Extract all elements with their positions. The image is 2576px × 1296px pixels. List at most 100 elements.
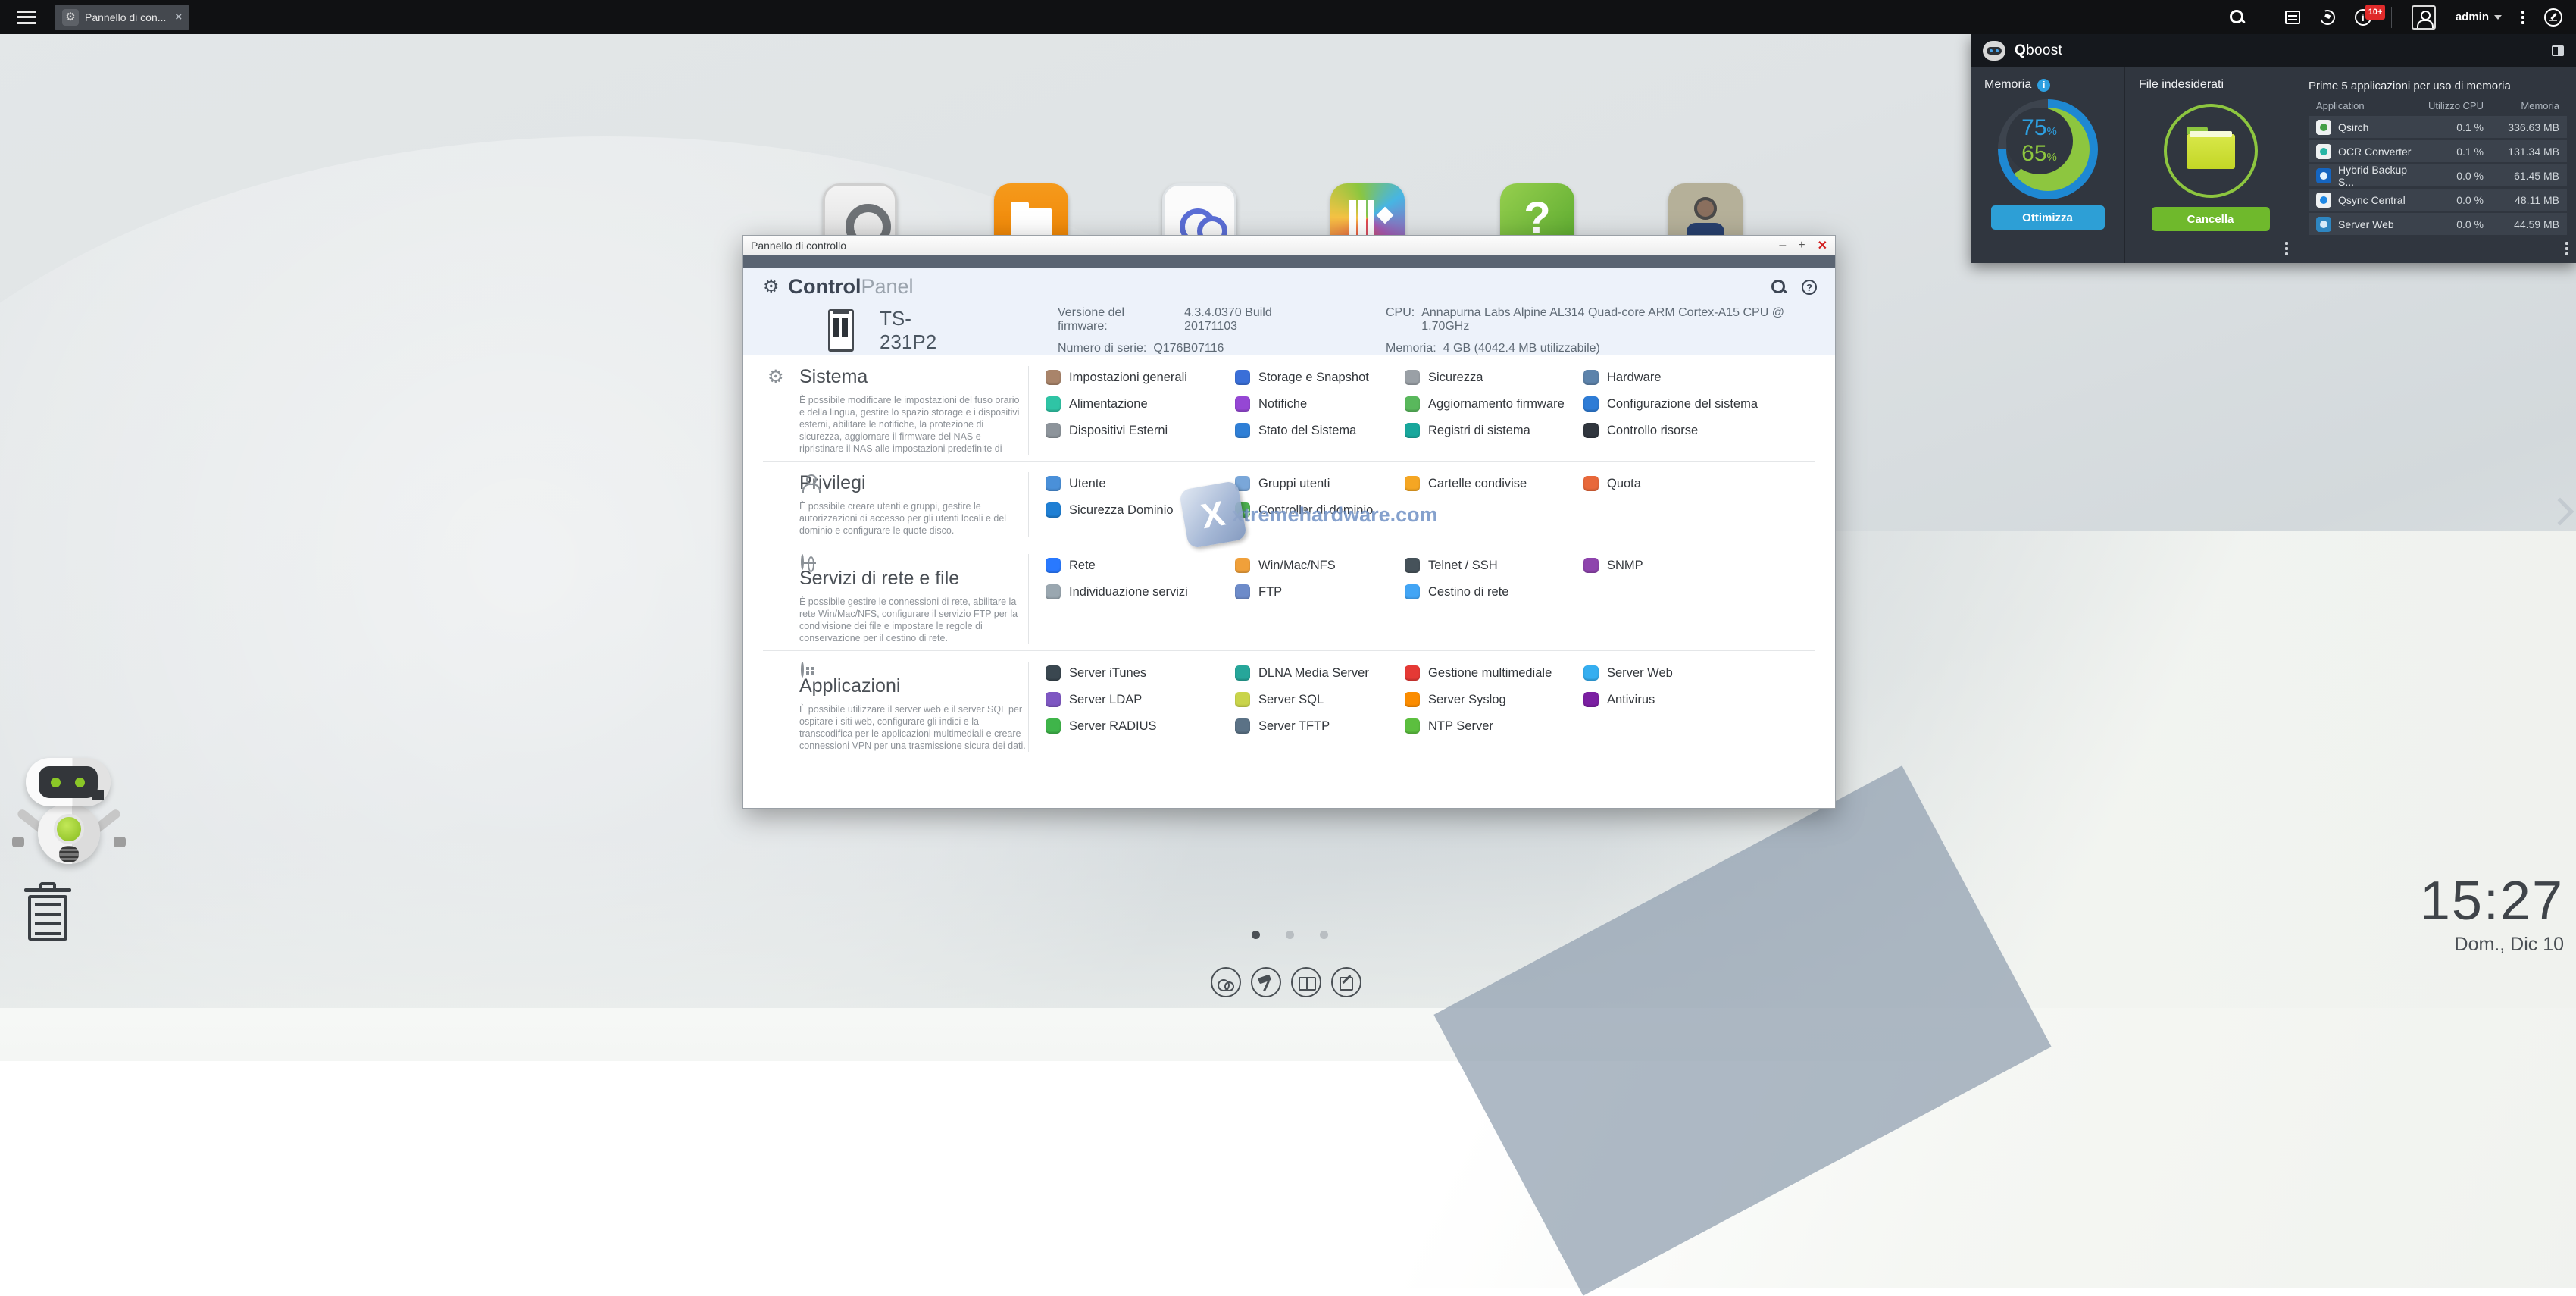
next-page-arrow[interactable]: [2546, 498, 2574, 526]
menu-item-utente[interactable]: Utente: [1046, 475, 1235, 492]
section-description: È possibile modificare le impostazioni d…: [799, 394, 1027, 455]
menu-item-server-tftp[interactable]: Server TFTP: [1235, 718, 1405, 734]
menu-item-registri-sistema[interactable]: Registri di sistema: [1405, 422, 1583, 439]
menu-item-telnet-ssh[interactable]: Telnet / SSH: [1405, 557, 1583, 574]
user-groups-icon: [1235, 476, 1250, 491]
user-menu[interactable]: admin: [2456, 11, 2502, 23]
menu-item-server-ldap[interactable]: Server LDAP: [1046, 691, 1235, 708]
window-search-icon[interactable]: [1771, 280, 1787, 295]
section-servizi-rete: Servizi di rete e file È possibile gesti…: [763, 543, 1815, 650]
power-icon: [1046, 396, 1061, 412]
user-avatar[interactable]: [2412, 5, 2436, 30]
table-row[interactable]: Qsync Central 0.0 % 48.11 MB: [2309, 189, 2567, 211]
hardware-icon: [1583, 370, 1599, 385]
background-tasks-icon[interactable]: [2285, 11, 2300, 24]
window-help-icon[interactable]: ?: [1802, 280, 1817, 295]
menu-item-ntp-server[interactable]: NTP Server: [1405, 718, 1583, 734]
menu-item-snmp[interactable]: SNMP: [1583, 557, 1812, 574]
menu-item-gestione-multimediale[interactable]: Gestione multimediale: [1405, 665, 1583, 681]
clean-button[interactable]: Cancella: [2152, 207, 2270, 231]
menu-item-hardware[interactable]: Hardware: [1583, 369, 1812, 386]
menu-item-cestino-rete[interactable]: Cestino di rete: [1405, 584, 1583, 600]
nas-device-icon: [828, 309, 854, 352]
menu-item-notifiche[interactable]: Notifiche: [1235, 396, 1405, 412]
menu-item-quota[interactable]: Quota: [1583, 475, 1812, 492]
control-panel-gear-icon: ⚙: [763, 276, 780, 298]
menu-item-dlna-media-server[interactable]: DLNA Media Server: [1235, 665, 1405, 681]
tab-close-icon[interactable]: ×: [175, 11, 182, 23]
itunes-server-icon: [1046, 665, 1061, 681]
junk-more-options-icon[interactable]: [2285, 242, 2288, 255]
menu-item-rete[interactable]: Rete: [1046, 557, 1235, 574]
feedback-icon[interactable]: [1331, 967, 1361, 997]
menu-item-controller-dominio[interactable]: Controller di dominio: [1235, 502, 1405, 518]
close-icon[interactable]: ✕: [1818, 238, 1827, 253]
menu-item-server-itunes[interactable]: Server iTunes: [1046, 665, 1235, 681]
shared-folders-icon: [1405, 476, 1420, 491]
cpu-usage: 0.1 %: [2415, 121, 2484, 133]
menu-item-server-syslog[interactable]: Server Syslog: [1405, 691, 1583, 708]
section-title: Applicazioni: [799, 675, 1028, 697]
menu-item-dispositivi-esterni[interactable]: Dispositivi Esterni: [1046, 422, 1235, 439]
notifications-icon[interactable]: i 10+: [2355, 9, 2371, 26]
sql-server-icon: [1235, 692, 1250, 707]
network-recycle-bin-icon: [1405, 584, 1420, 599]
window-titlebar[interactable]: Pannello di controllo – + ✕: [743, 236, 1835, 255]
memory-info-icon[interactable]: i: [2037, 79, 2050, 92]
page-dot-2[interactable]: [1286, 931, 1294, 939]
maximize-icon[interactable]: +: [1798, 239, 1805, 252]
menu-item-server-radius[interactable]: Server RADIUS: [1046, 718, 1235, 734]
system-status-icon: [1235, 423, 1250, 438]
control-panel-window: Pannello di controllo – + ✕ ⚙ ControlPan…: [742, 235, 1836, 809]
menu-item-cartelle-condivise[interactable]: Cartelle condivise: [1405, 475, 1583, 492]
menu-item-antivirus[interactable]: Antivirus: [1583, 691, 1812, 708]
top5-more-options-icon[interactable]: [2565, 242, 2568, 255]
table-row[interactable]: Hybrid Backup S... 0.0 % 61.45 MB: [2309, 164, 2567, 186]
external-device-icon[interactable]: [2318, 7, 2338, 27]
myqnapcloud-link-icon[interactable]: [1211, 967, 1241, 997]
menu-item-gruppi-utenti[interactable]: Gruppi utenti: [1235, 475, 1405, 492]
ldap-server-icon: [1046, 692, 1061, 707]
page-dot-3[interactable]: [1320, 931, 1328, 939]
menu-item-individuazione-servizi[interactable]: Individuazione servizi: [1046, 584, 1235, 600]
optimize-button[interactable]: Ottimizza: [1991, 205, 2105, 230]
domain-security-icon: [1046, 502, 1061, 518]
main-menu-icon[interactable]: [17, 11, 36, 24]
memory-usage: 61.45 MB: [2484, 170, 2559, 182]
menu-item-controllo-risorse[interactable]: Controllo risorse: [1583, 422, 1812, 439]
recycle-bin-icon[interactable]: [24, 882, 71, 943]
menu-item-impostazioni-generali[interactable]: Impostazioni generali: [1046, 369, 1235, 386]
dock-panel-icon[interactable]: [2552, 45, 2564, 56]
table-row[interactable]: OCR Converter 0.1 % 131.34 MB: [2309, 140, 2567, 162]
tutorial-icon[interactable]: [1291, 967, 1321, 997]
menu-item-aggiornamento-firmware[interactable]: Aggiornamento firmware: [1405, 396, 1583, 412]
menu-item-server-sql[interactable]: Server SQL: [1235, 691, 1405, 708]
menu-item-sicurezza[interactable]: Sicurezza: [1405, 369, 1583, 386]
qboost-memory-column: Memoria i 75% 65% Ottimizza: [1971, 67, 2125, 263]
section-privilegi: Privilegi È possibile creare utenti e gr…: [763, 461, 1815, 543]
app-name: OCR Converter: [2338, 146, 2411, 158]
more-options-icon[interactable]: [2521, 11, 2524, 24]
menu-item-server-web[interactable]: Server Web: [1583, 665, 1812, 681]
storage-icon: [1235, 370, 1250, 385]
qboost-junk-column: File indesiderati Cancella: [2125, 67, 2296, 263]
section-title: Privilegi: [799, 472, 1028, 494]
menu-item-win-mac-nfs[interactable]: Win/Mac/NFS: [1235, 557, 1405, 574]
menu-item-storage-snapshot[interactable]: Storage e Snapshot: [1235, 369, 1405, 386]
external-device-icon: [1046, 423, 1061, 438]
menu-item-configurazione-sistema[interactable]: Configurazione del sistema: [1583, 396, 1812, 412]
open-app-tab[interactable]: ⚙ Pannello di con... ×: [55, 5, 189, 30]
dashboard-icon[interactable]: [2544, 8, 2562, 27]
menu-item-ftp[interactable]: FTP: [1235, 584, 1405, 600]
menu-item-alimentazione[interactable]: Alimentazione: [1046, 396, 1235, 412]
menu-item-stato-sistema[interactable]: Stato del Sistema: [1235, 422, 1405, 439]
search-icon[interactable]: [2230, 10, 2245, 25]
table-row[interactable]: Qsirch 0.1 % 336.63 MB: [2309, 116, 2567, 138]
table-row[interactable]: Server Web 0.0 % 44.59 MB: [2309, 213, 2567, 235]
utilities-icon[interactable]: [1251, 967, 1281, 997]
top-bar: ⚙ Pannello di con... × i 10+ admin: [0, 0, 2576, 34]
minimize-icon[interactable]: –: [1779, 239, 1786, 252]
resource-monitor-icon: [1583, 423, 1599, 438]
menu-item-sicurezza-dominio[interactable]: Sicurezza Dominio: [1046, 502, 1235, 518]
page-dot-1[interactable]: [1252, 931, 1260, 939]
